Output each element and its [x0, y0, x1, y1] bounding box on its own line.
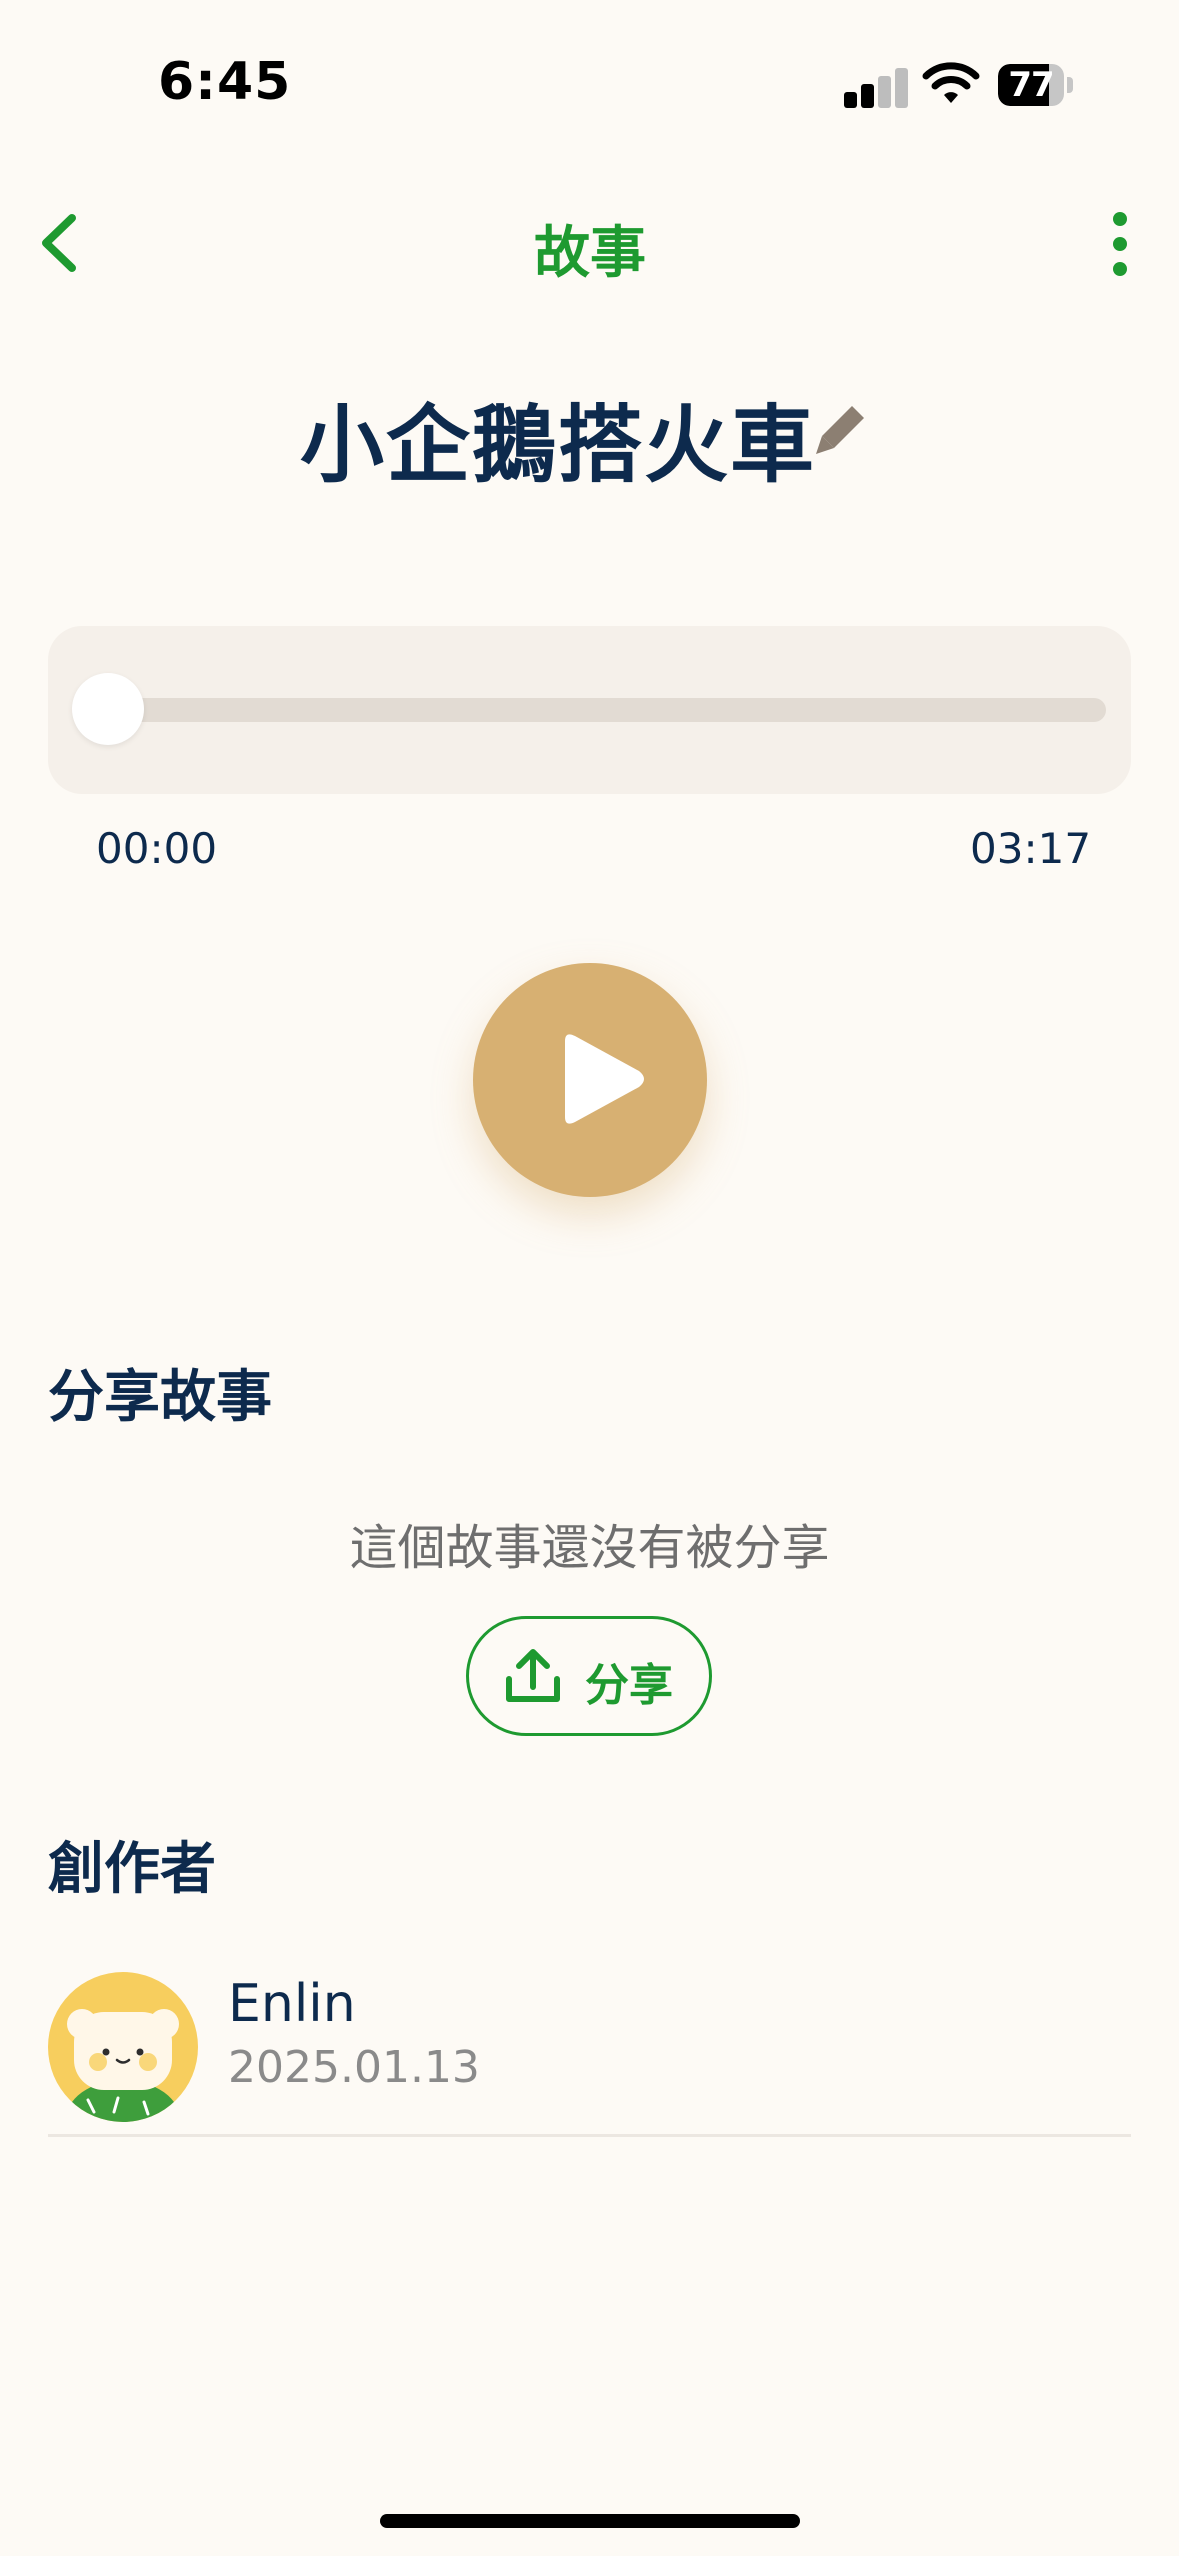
audio-progress-thumb[interactable]: [72, 673, 144, 745]
pencil-icon: [816, 406, 864, 454]
share-status-text: 這個故事還沒有被分享: [349, 1520, 830, 1576]
chevron-left-icon: [42, 214, 76, 272]
share-section-heading: 分享故事: [48, 1365, 272, 1430]
creator-name: Enlin: [228, 1974, 356, 2034]
more-dot: [1113, 262, 1127, 276]
cellular-signal-icon: [844, 64, 908, 108]
battery-level: 77: [1008, 65, 1054, 105]
creator-section-heading: 創作者: [48, 1837, 216, 1902]
play-icon: [565, 1034, 644, 1124]
status-time: 6:45: [158, 52, 292, 112]
share-button[interactable]: 分享: [466, 1616, 712, 1736]
back-button[interactable]: [34, 208, 94, 278]
wifi-icon: [922, 60, 980, 106]
total-time: 03:17: [970, 824, 1092, 873]
avatar[interactable]: [48, 1972, 198, 2122]
edit-title-button[interactable]: [812, 400, 870, 458]
divider: [48, 2134, 1131, 2137]
battery-icon: 77: [998, 64, 1064, 106]
share-button-label: 分享: [585, 1660, 673, 1711]
upload-icon: [506, 1649, 560, 1702]
home-indicator[interactable]: [380, 2514, 800, 2528]
bear-avatar-icon: [65, 2009, 181, 2122]
creator-date: 2025.01.13: [228, 2042, 480, 2093]
battery-nub: [1067, 77, 1073, 93]
page-title: 故事: [534, 221, 646, 286]
current-time: 00:00: [96, 824, 218, 873]
play-button[interactable]: [473, 963, 707, 1197]
more-vertical-icon: [1113, 212, 1127, 226]
audio-progress-track[interactable]: [74, 698, 1106, 722]
more-dot: [1113, 237, 1127, 251]
more-options-button[interactable]: [1100, 208, 1140, 278]
story-title: 小企鵝搭火車: [300, 396, 817, 494]
